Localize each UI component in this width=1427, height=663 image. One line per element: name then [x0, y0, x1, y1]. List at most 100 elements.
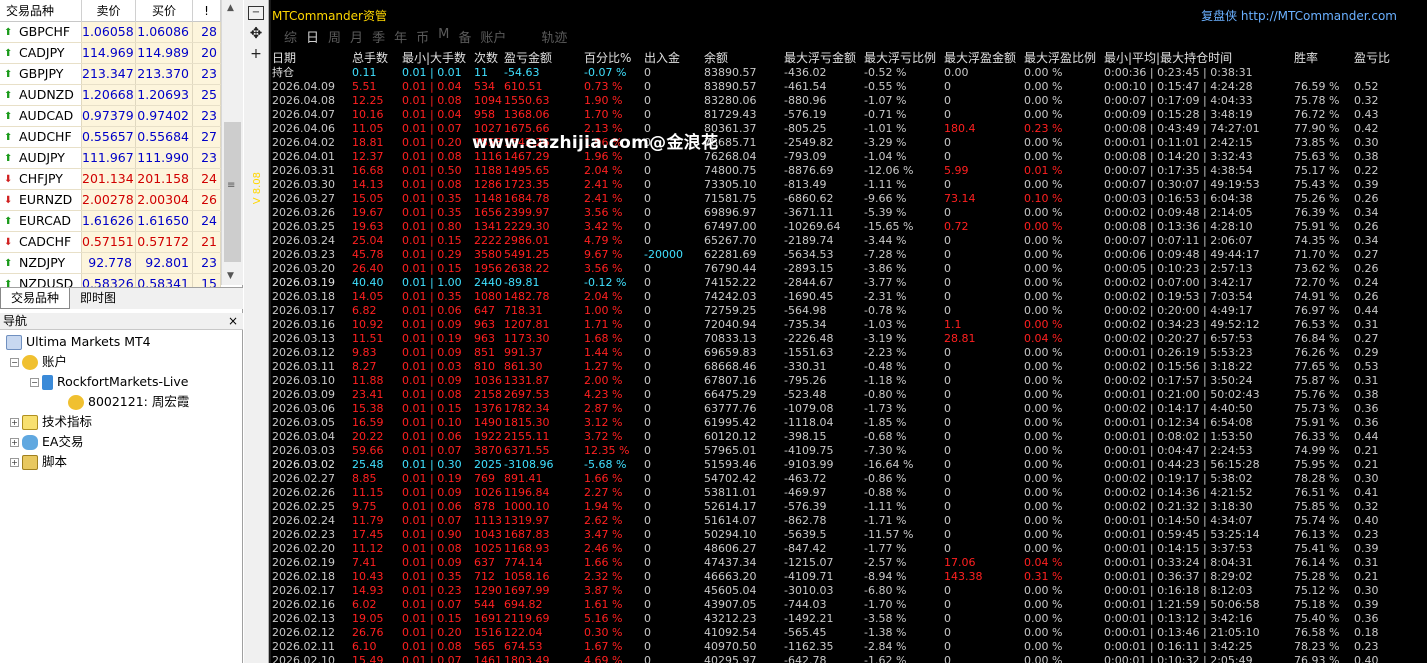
- table-row[interactable]: 2026.03.20 26.40 0.01 | 0.15 1956 2638.22 3.5…: [269, 262, 1427, 276]
- table-row[interactable]: 2026.03.10 11.88 0.01 | 0.09 1036 1331.87 2.0…: [269, 374, 1427, 388]
- table-row[interactable]: 2026.03.24 25.04 0.01 | 0.15 2222 2986.01 4.7…: [269, 234, 1427, 248]
- tab-symbols[interactable]: 交易品种: [0, 288, 71, 309]
- market-row[interactable]: ⬆ AUDCAD 0.97379 0.97402 23: [0, 106, 221, 127]
- column-header[interactable]: 最小|平均|最大持仓时间: [1104, 51, 1232, 66]
- market-watch-scrollbar[interactable]: ▲ ≡ ▼: [221, 0, 243, 285]
- tab-tick-chart[interactable]: 即时图: [70, 288, 126, 309]
- period-tab[interactable]: 月: [350, 27, 363, 46]
- table-row[interactable]: 2026.02.18 10.43 0.01 | 0.35 712 1058.16 2.32…: [269, 570, 1427, 584]
- market-row[interactable]: ⬆ NZDJPY 92.778 92.801 23: [0, 253, 221, 274]
- table-row[interactable]: 2026.02.12 26.76 0.01 | 0.20 1516 122.04 0.30…: [269, 626, 1427, 640]
- table-row[interactable]: 2026.04.09 5.51 0.01 | 0.04 534 610.51 0.73 %…: [269, 80, 1427, 94]
- table-row[interactable]: 2026.02.13 19.05 0.01 | 0.15 1691 2119.69 5.1…: [269, 612, 1427, 626]
- header-bid[interactable]: 卖价: [82, 0, 136, 22]
- period-tab[interactable]: 季: [372, 27, 385, 46]
- expand-icon[interactable]: +: [10, 437, 19, 447]
- table-row[interactable]: 2026.04.01 12.37 0.01 | 0.08 1116 1467.29 1.9…: [269, 150, 1427, 164]
- table-row[interactable]: 2026.03.23 45.78 0.01 | 0.29 3580 5491.25 9.6…: [269, 248, 1427, 262]
- period-tab[interactable]: 账户: [480, 27, 506, 46]
- table-row[interactable]: 2026.03.27 15.05 0.01 | 0.35 1148 1684.78 2.4…: [269, 192, 1427, 206]
- table-row[interactable]: 2026.03.09 23.41 0.01 | 0.08 2158 2697.53 4.2…: [269, 388, 1427, 402]
- market-row[interactable]: ⬆ CADJPY 114.969 114.989 20: [0, 43, 221, 64]
- brand-url[interactable]: http://MTCommander.com: [1241, 9, 1397, 23]
- table-row[interactable]: 2026.03.06 15.38 0.01 | 0.15 1376 1782.34 2.8…: [269, 402, 1427, 416]
- column-header[interactable]: 胜率: [1294, 51, 1318, 66]
- period-tab[interactable]: 币: [416, 27, 429, 46]
- collapse-icon[interactable]: −: [10, 357, 19, 367]
- column-header[interactable]: 最小|大手数: [402, 51, 466, 66]
- nav-root[interactable]: Ultima Markets MT4: [6, 332, 151, 352]
- period-tab[interactable]: 周: [328, 27, 341, 46]
- table-row[interactable]: 2026.03.31 16.68 0.01 | 0.50 1188 1495.65 2.0…: [269, 164, 1427, 178]
- column-header[interactable]: 余额: [704, 51, 728, 66]
- column-header[interactable]: 最大浮盈比例: [1024, 51, 1096, 66]
- table-row[interactable]: 2026.03.18 14.05 0.01 | 0.35 1080 1482.78 2.0…: [269, 290, 1427, 304]
- market-row[interactable]: ⬇ EURNZD 2.00278 2.00304 26: [0, 190, 221, 211]
- market-row[interactable]: ⬆ GBPJPY 213.347 213.370 23: [0, 64, 221, 85]
- period-tab[interactable]: 年: [394, 27, 407, 46]
- market-row[interactable]: ⬆ AUDJPY 111.967 111.990 23: [0, 148, 221, 169]
- table-row[interactable]: 2026.02.11 6.10 0.01 | 0.08 565 674.53 1.67 %…: [269, 640, 1427, 654]
- column-header[interactable]: 次数: [474, 51, 498, 66]
- close-icon[interactable]: ×: [228, 313, 238, 329]
- table-row[interactable]: 2026.03.04 20.22 0.01 | 0.06 1922 2155.11 3.7…: [269, 430, 1427, 444]
- column-header[interactable]: 百分比%: [584, 51, 631, 66]
- column-header[interactable]: 最大浮盈金额: [944, 51, 1016, 66]
- market-row[interactable]: ⬇ CHFJPY 201.134 201.158 24: [0, 169, 221, 190]
- nav-expert-advisors[interactable]: + EA交易: [10, 432, 83, 452]
- nav-accounts[interactable]: − 账户: [10, 352, 67, 372]
- nav-scripts[interactable]: + 脚本: [10, 452, 67, 472]
- market-row[interactable]: ⬆ EURCAD 1.61626 1.61650 24: [0, 211, 221, 232]
- column-header[interactable]: 日期: [272, 51, 296, 66]
- table-row[interactable]: 2026.03.05 16.59 0.01 | 0.10 1490 1815.30 3.1…: [269, 416, 1427, 430]
- collapse-icon[interactable]: −: [30, 377, 39, 387]
- column-header[interactable]: 出入金: [644, 51, 680, 66]
- table-row[interactable]: 2026.03.30 14.13 0.01 | 0.08 1286 1723.35 2.4…: [269, 178, 1427, 192]
- expand-icon[interactable]: +: [10, 457, 19, 467]
- move-icon[interactable]: ✥: [248, 26, 264, 41]
- table-row[interactable]: 2026.04.06 11.05 0.01 | 0.07 1027 1675.66 2.1…: [269, 122, 1427, 136]
- scroll-down-icon[interactable]: ▼: [227, 271, 234, 281]
- table-row[interactable]: 2026.02.10 15.49 0.01 | 0.07 1461 1803.49 4.6…: [269, 654, 1427, 663]
- nav-server[interactable]: − RockfortMarkets-Live: [30, 372, 189, 392]
- table-row[interactable]: 2026.03.26 19.67 0.01 | 0.35 1656 2399.97 3.5…: [269, 206, 1427, 220]
- table-row[interactable]: 2026.03.02 25.48 0.01 | 0.30 2025 -3108.96 -5…: [269, 458, 1427, 472]
- minimize-icon[interactable]: −: [248, 6, 264, 20]
- period-tab[interactable]: 日: [306, 27, 319, 46]
- table-row[interactable]: 2026.03.19 40.40 0.01 | 1.00 2440 -89.81 -0.1…: [269, 276, 1427, 290]
- column-header[interactable]: 盈亏金额: [504, 51, 552, 66]
- scroll-thumb[interactable]: [224, 122, 241, 262]
- table-row[interactable]: 2026.04.02 18.81 0.01 | 0.20 1553 1542.26 1.9…: [269, 136, 1427, 150]
- brand-name[interactable]: 复盘侠: [1201, 9, 1237, 23]
- table-row[interactable]: 2026.02.24 11.79 0.01 | 0.07 1113 1319.97 2.6…: [269, 514, 1427, 528]
- table-row[interactable]: 2026.02.27 8.85 0.01 | 0.19 769 891.41 1.66 %…: [269, 472, 1427, 486]
- table-row[interactable]: 2026.03.16 10.92 0.01 | 0.09 963 1207.81 1.71…: [269, 318, 1427, 332]
- market-row[interactable]: ⬇ CADCHF 0.57151 0.57172 21: [0, 232, 221, 253]
- table-row[interactable]: 持仓 0.11 0.01 | 0.01 11 -54.63 -0.07 % 0 83890.5…: [269, 66, 1427, 80]
- table-row[interactable]: 2026.02.16 6.02 0.01 | 0.07 544 694.82 1.61 %…: [269, 598, 1427, 612]
- nav-indicators[interactable]: + 技术指标: [10, 412, 92, 432]
- table-row[interactable]: 2026.03.25 19.63 0.01 | 0.80 1341 2229.30 3.4…: [269, 220, 1427, 234]
- table-row[interactable]: 2026.04.08 12.25 0.01 | 0.08 1094 1550.63 1.9…: [269, 94, 1427, 108]
- market-row[interactable]: ⬆ AUDNZD 1.20668 1.20693 25: [0, 85, 221, 106]
- column-header[interactable]: 总手数: [352, 51, 388, 66]
- period-tab[interactable]: 综: [284, 27, 297, 46]
- column-header[interactable]: 盈亏比: [1354, 51, 1390, 66]
- column-header[interactable]: 最大浮亏比例: [864, 51, 936, 66]
- table-row[interactable]: 2026.02.23 17.45 0.01 | 0.90 1043 1687.83 3.4…: [269, 528, 1427, 542]
- table-row[interactable]: 2026.02.19 7.41 0.01 | 0.09 637 774.14 1.66 %…: [269, 556, 1427, 570]
- column-header[interactable]: 最大浮亏金额: [784, 51, 856, 66]
- table-row[interactable]: 2026.03.13 11.51 0.01 | 0.19 963 1173.30 1.68…: [269, 332, 1427, 346]
- table-row[interactable]: 2026.03.17 6.82 0.01 | 0.06 647 718.31 1.00 %…: [269, 304, 1427, 318]
- table-row[interactable]: 2026.02.25 9.75 0.01 | 0.06 878 1000.10 1.94 …: [269, 500, 1427, 514]
- period-tab[interactable]: 轨迹: [541, 27, 567, 46]
- market-row[interactable]: ⬆ GBPCHF 1.06058 1.06086 28: [0, 22, 221, 43]
- table-row[interactable]: 2026.03.03 59.66 0.01 | 0.07 3870 6371.55 12.…: [269, 444, 1427, 458]
- nav-account-item[interactable]: 8002121: 周宏霞: [68, 392, 189, 412]
- add-icon[interactable]: +: [248, 47, 264, 61]
- period-tab[interactable]: 备: [458, 27, 471, 46]
- table-row[interactable]: 2026.02.26 11.15 0.01 | 0.09 1026 1196.84 2.2…: [269, 486, 1427, 500]
- table-row[interactable]: 2026.04.07 10.16 0.01 | 0.04 958 1368.06 1.70…: [269, 108, 1427, 122]
- header-symbol[interactable]: 交易品种: [0, 0, 82, 22]
- scroll-up-icon[interactable]: ▲: [227, 3, 234, 13]
